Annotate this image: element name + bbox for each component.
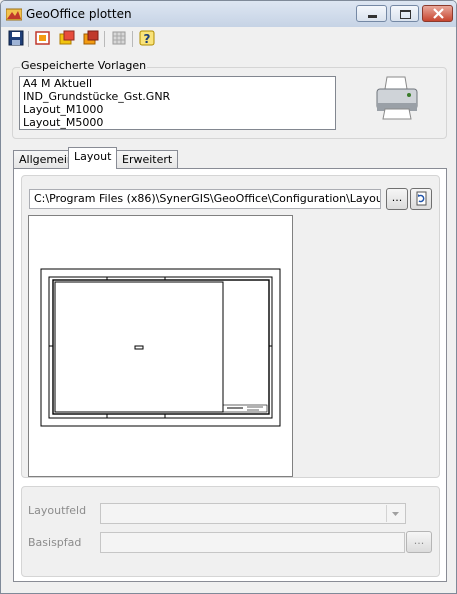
toolbar-separator <box>104 31 105 47</box>
basispfad-field[interactable] <box>100 532 405 553</box>
window-title: GeoOffice plotten <box>26 7 132 21</box>
browse-layout-button[interactable]: ... <box>386 188 408 210</box>
layout-preview <box>28 215 293 477</box>
grid-icon <box>112 31 126 45</box>
toolbar-separator <box>132 31 133 47</box>
layout-frame-icon[interactable] <box>34 29 52 47</box>
close-icon <box>433 8 444 19</box>
toolbar-separator <box>28 31 29 47</box>
title-bar: GeoOffice plotten <box>1 1 456 27</box>
minimize-icon <box>368 15 377 18</box>
svg-text:?: ? <box>144 32 151 46</box>
printer-icon <box>376 76 418 120</box>
refresh-icon <box>416 191 427 206</box>
list-item[interactable]: Layout_M5000 <box>20 116 335 129</box>
list-item[interactable]: IND_Grundstücke_Gst.GNR <box>20 90 335 103</box>
templates-label: Gespeicherte Vorlagen <box>20 59 148 72</box>
browse-basispfad-label: ... <box>413 534 425 547</box>
layoutfeld-label: Layoutfeld <box>28 504 87 517</box>
maximize-button[interactable] <box>390 5 419 22</box>
tab-layout[interactable]: Layout <box>68 147 118 169</box>
tab-erweitert-label: Erweitert <box>122 153 173 166</box>
templates-list[interactable]: A4 M Aktuell IND_Grundstücke_Gst.GNR Lay… <box>19 76 336 130</box>
tab-allgemein-label: Allgemein <box>19 153 74 166</box>
list-item[interactable]: A4 M Aktuell <box>20 77 335 90</box>
browse-basispfad-button[interactable]: ... <box>406 531 432 553</box>
layout-preview-drawing <box>40 268 281 427</box>
list-item[interactable]: Layout_M1000 <box>20 103 335 116</box>
basispfad-label: Basispfad <box>28 536 82 549</box>
tab-erweitert[interactable]: Erweitert <box>116 150 179 168</box>
refresh-button[interactable] <box>410 188 432 210</box>
maximize-icon <box>400 10 411 19</box>
map-add-icon[interactable] <box>58 29 76 47</box>
close-button[interactable] <box>422 5 453 22</box>
plot-window: GeoOffice plotten ? Gespeicherte Vorlage… <box>0 0 457 594</box>
save-icon[interactable] <box>7 29 25 47</box>
tab-layout-label: Layout <box>74 150 112 163</box>
chevron-down-icon <box>386 505 404 522</box>
layoutfeld-dropdown[interactable] <box>100 503 406 524</box>
browse-layout-label: ... <box>391 191 403 204</box>
minimize-button[interactable] <box>356 5 387 22</box>
help-icon[interactable]: ? <box>138 29 156 47</box>
map-remove-icon[interactable] <box>82 29 100 47</box>
geooffice-app-icon <box>6 8 22 21</box>
layout-path-field[interactable]: C:\Program Files (x86)\SynerGIS\GeoOffic… <box>29 189 381 209</box>
